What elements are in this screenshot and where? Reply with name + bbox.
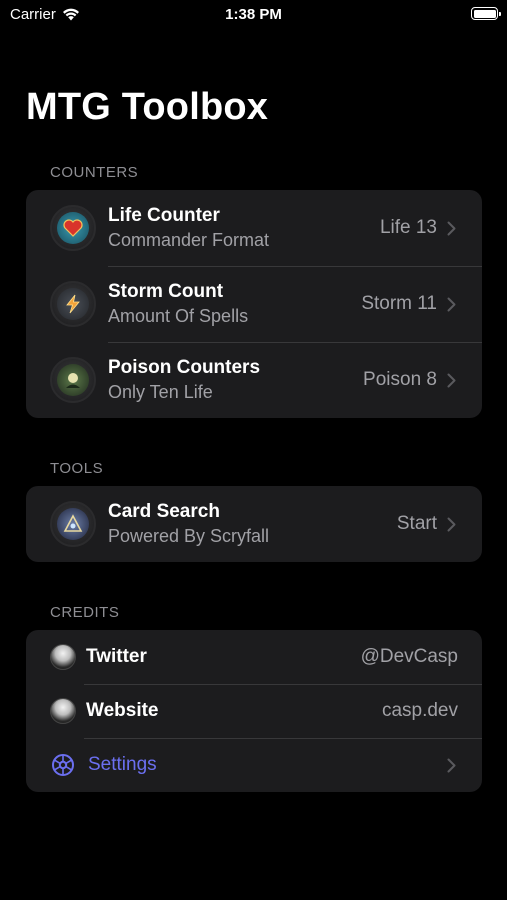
lightning-icon [50,281,96,327]
avatar [50,644,76,670]
chevron-right-icon [447,517,456,531]
chevron-right-icon [447,758,456,772]
storm-count-subtitle: Amount Of Spells [108,306,249,326]
credits-group: Twitter @DevCasp Website casp.dev Settin… [26,630,482,792]
search-sigil-icon [50,501,96,547]
chevron-right-icon [447,221,456,235]
twitter-handle: @DevCasp [360,646,458,667]
battery-icon [471,7,501,20]
counters-group: Life Counter Commander Format Life 13 St… [26,190,482,418]
chevron-right-icon [447,373,456,387]
life-counter-title: Life Counter [108,205,220,226]
poison-counters-row[interactable]: Poison Counters Only Ten Life Poison 8 [26,342,482,418]
life-counter-row[interactable]: Life Counter Commander Format Life 13 [26,190,482,266]
twitter-row[interactable]: Twitter @DevCasp [26,630,482,684]
settings-row[interactable]: Settings [26,738,482,792]
card-search-title: Card Search [108,501,220,522]
section-header-credits: CREDITS [50,604,120,621]
page-title: MTG Toolbox [26,86,269,128]
poison-counters-title: Poison Counters [108,357,261,378]
storm-count-value: Storm 11 [361,293,437,314]
settings-label: Settings [88,754,157,775]
website-title: Website [86,700,159,721]
heart-shield-icon [50,205,96,251]
card-search-subtitle: Powered By Scryfall [108,526,270,546]
gear-icon [52,754,74,776]
section-header-counters: COUNTERS [50,164,139,181]
status-time: 1:38 PM [225,6,282,23]
avatar [50,698,76,724]
poison-counters-subtitle: Only Ten Life [108,382,213,402]
chevron-right-icon [447,297,456,311]
twitter-title: Twitter [86,646,147,667]
poison-counters-value: Poison 8 [363,369,437,390]
section-header-tools: TOOLS [50,460,104,477]
life-counter-value: Life 13 [379,217,437,238]
storm-count-title: Storm Count [108,281,224,302]
card-search-row[interactable]: Card Search Powered By Scryfall Start [26,486,482,562]
card-search-value: Start [396,513,437,534]
storm-count-row[interactable]: Storm Count Amount Of Spells Storm 11 [26,266,482,342]
website-url: casp.dev [381,700,458,721]
status-bar: Carrier 1:38 PM [0,0,507,30]
poison-moon-icon [50,357,96,403]
tools-group: Card Search Powered By Scryfall Start [26,486,482,562]
life-counter-subtitle: Commander Format [108,230,270,250]
website-row[interactable]: Website casp.dev [26,684,482,738]
